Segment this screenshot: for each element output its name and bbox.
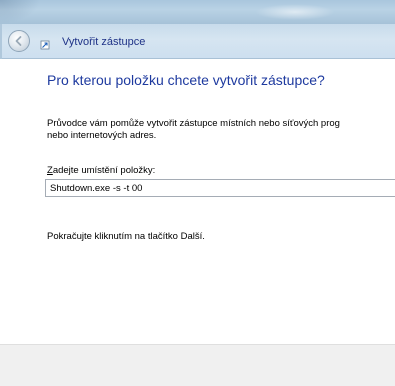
location-field-label: Zadejte umístění položky: [47,165,155,176]
location-input[interactable] [45,179,395,197]
window-title: Vytvořit zástupce [62,36,146,48]
description-line-2: nebo internetových adres. [47,130,157,141]
shortcut-wizard-icon [40,40,50,50]
glass-highlight [255,4,335,20]
location-label-text: adejte umístění položky: [52,165,156,176]
page-heading: Pro kterou položku chcete vytvořit zástu… [47,72,325,88]
back-arrow-icon [15,36,22,46]
back-button[interactable] [8,30,30,52]
title-bar[interactable] [0,0,395,24]
wizard-description: Průvodce vám pomůže vytvořit zástupce mí… [47,118,395,142]
wizard-navigation-bar: Vytvořit zástupce [0,24,395,59]
create-shortcut-window: Vytvořit zástupce Pro kterou položku chc… [0,0,395,386]
description-line-1: Průvodce vám pomůže vytvořit zástupce mí… [47,118,340,129]
glass-shadow [0,0,40,24]
wizard-content: Pro kterou položku chcete vytvořit zástu… [0,59,395,344]
continue-hint: Pokračujte kliknutím na tlačítko Další. [47,231,205,242]
wizard-footer [0,344,395,386]
